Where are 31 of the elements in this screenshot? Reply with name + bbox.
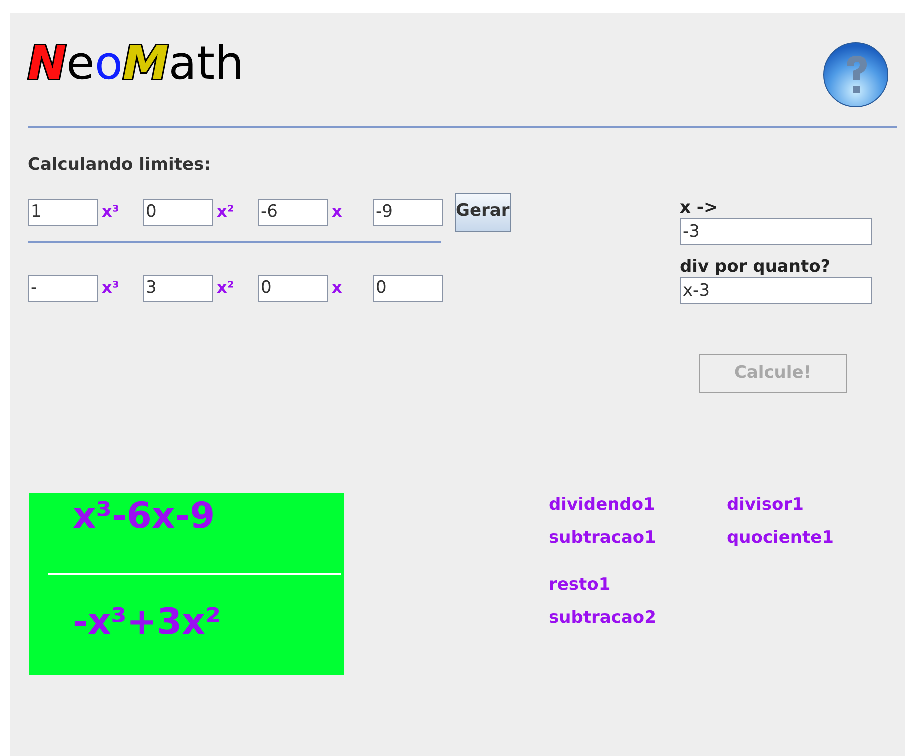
input-field[interactable]: x-3: [680, 277, 872, 304]
section-heading: Calculando limites:: [28, 154, 212, 177]
power-label: x²: [217, 278, 234, 297]
field-label: x ->: [680, 198, 720, 218]
input-field[interactable]: -3: [680, 218, 872, 245]
numerator: x³-6x-9: [72, 495, 216, 539]
result-label: resto1: [549, 574, 612, 597]
calculate-button: Calcule!: [699, 354, 847, 393]
result-label: subtracao1: [549, 527, 658, 550]
help-icon[interactable]: [823, 42, 891, 110]
power-label: x: [332, 202, 342, 221]
result-label: divisor1: [727, 494, 805, 517]
result-label: quociente1: [727, 527, 835, 550]
power-label: x³: [102, 278, 120, 297]
result-label: dividendo1: [549, 494, 656, 517]
field-label: div por quanto?: [680, 257, 832, 277]
coefficient-field[interactable]: 0: [143, 198, 213, 226]
neomath-logo: NeoMath: [28, 40, 244, 86]
coefficient-field[interactable]: -6: [258, 198, 328, 226]
coefficient-field[interactable]: 1: [28, 198, 98, 226]
coefficient-field[interactable]: -: [28, 274, 98, 302]
power-label: x: [332, 278, 342, 297]
denominator: -x³+3x²: [72, 601, 222, 645]
coefficient-field[interactable]: 3: [143, 274, 213, 302]
coefficient-field[interactable]: 0: [373, 274, 443, 302]
coefficient-field[interactable]: -9: [373, 198, 443, 226]
coefficient-field[interactable]: 0: [258, 274, 328, 302]
generate-button[interactable]: Gerar: [455, 192, 511, 232]
power-label: x²: [217, 202, 234, 221]
result-label: subtracao2: [549, 607, 658, 630]
power-label: x³: [102, 202, 120, 221]
